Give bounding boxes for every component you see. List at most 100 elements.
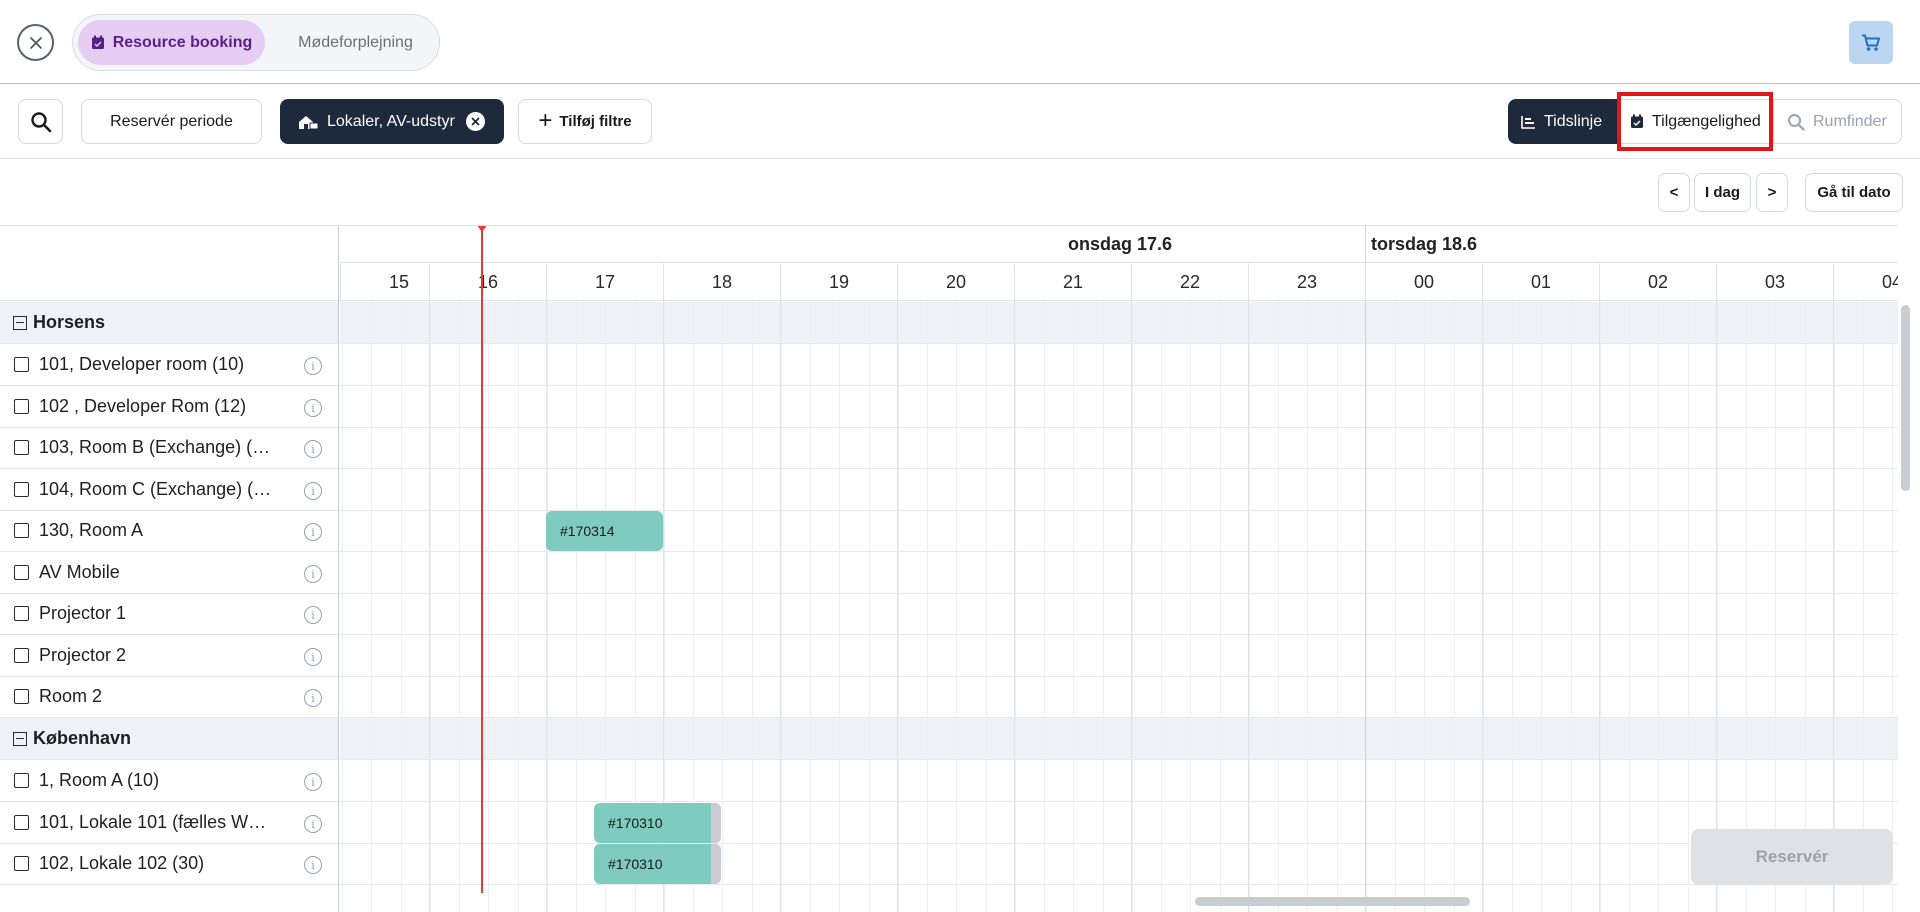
- info-icon[interactable]: i: [304, 565, 322, 583]
- hour-label: 23: [1248, 263, 1365, 301]
- group-row-horsens[interactable]: Horsens: [0, 302, 338, 344]
- grid-row[interactable]: [340, 386, 1898, 428]
- grid-row[interactable]: [340, 469, 1898, 511]
- go-to-date-button[interactable]: Gå til dato: [1805, 173, 1903, 212]
- info-icon[interactable]: i: [304, 773, 322, 791]
- resource-checkbox[interactable]: [14, 773, 29, 788]
- hour-grid-line: [1014, 301, 1015, 912]
- previous-button[interactable]: <: [1658, 173, 1690, 212]
- reserve-period-label: Reservér periode: [110, 112, 233, 130]
- grid-row[interactable]: [340, 593, 1898, 635]
- grid-line: [810, 301, 811, 912]
- grid-line: [1629, 301, 1630, 912]
- resource-row: 130, Room A i: [0, 510, 338, 552]
- remove-filter-icon[interactable]: [466, 112, 485, 131]
- collapse-icon[interactable]: [13, 731, 27, 746]
- tab-modeforplejning[interactable]: Mødeforplejning: [278, 20, 433, 65]
- resource-checkbox[interactable]: [14, 856, 29, 871]
- hour-grid-line: [429, 301, 430, 912]
- hour-label: 04: [1833, 263, 1898, 301]
- grid-line: [1454, 301, 1455, 912]
- next-button[interactable]: >: [1756, 173, 1788, 212]
- grid-line: [956, 301, 957, 912]
- info-icon[interactable]: i: [304, 689, 322, 707]
- hour-header: 15 16 17 18 19 20 21 22 23 00 01 02 03 0…: [340, 263, 1898, 301]
- grid-row[interactable]: [340, 344, 1898, 386]
- filter-chip-resources[interactable]: Lokaler, AV-udstyr: [280, 99, 504, 144]
- resource-row: 103, Room B (Exchange) (… i: [0, 427, 338, 469]
- hour-label: 00: [1365, 263, 1482, 301]
- tab-resource-booking-label: Resource booking: [112, 33, 253, 51]
- booking-block[interactable]: #170310: [594, 803, 721, 843]
- info-icon[interactable]: i: [304, 648, 322, 666]
- grid-row[interactable]: [340, 635, 1898, 677]
- resource-checkbox[interactable]: [14, 399, 29, 414]
- resource-checkbox[interactable]: [14, 648, 29, 663]
- info-icon[interactable]: i: [304, 357, 322, 375]
- reserve-button[interactable]: Reservér: [1691, 829, 1893, 885]
- resource-checkbox[interactable]: [14, 689, 29, 704]
- grid-row[interactable]: [340, 802, 1898, 844]
- grid-line: [1512, 301, 1513, 912]
- collapse-icon[interactable]: [13, 315, 27, 330]
- resource-row: 101, Developer room (10) i: [0, 344, 338, 386]
- grid-line: [752, 301, 753, 912]
- search-button[interactable]: [18, 99, 63, 144]
- booking-block[interactable]: #170314: [546, 511, 663, 551]
- grid-line: [1424, 301, 1425, 912]
- grid-row[interactable]: [340, 552, 1898, 594]
- reserve-period-button[interactable]: Reservér periode: [81, 99, 262, 144]
- info-icon[interactable]: i: [304, 606, 322, 624]
- info-icon[interactable]: i: [304, 482, 322, 500]
- group-row-kobenhavn[interactable]: København: [0, 718, 338, 760]
- resource-checkbox[interactable]: [14, 606, 29, 621]
- today-button[interactable]: I dag: [1694, 173, 1751, 212]
- grid-line: [1249, 301, 1250, 912]
- horizontal-scrollbar[interactable]: [1195, 897, 1470, 906]
- info-icon[interactable]: i: [304, 523, 322, 541]
- hour-label: 20: [897, 263, 1014, 301]
- grid-row[interactable]: [340, 676, 1898, 718]
- resource-checkbox[interactable]: [14, 523, 29, 538]
- resource-checkbox[interactable]: [14, 815, 29, 830]
- view-tab-room-finder[interactable]: Rumfinder: [1773, 99, 1902, 144]
- search-room-icon: [1787, 113, 1805, 131]
- cart-button[interactable]: [1849, 21, 1893, 64]
- hour-grid-line: [1833, 301, 1834, 912]
- resource-label: Projector 1: [39, 603, 127, 623]
- view-tab-timeline[interactable]: Tidslinje: [1508, 99, 1617, 144]
- hour-label: 16: [429, 263, 546, 301]
- view-tab-availability[interactable]: Tilgængelighed: [1617, 99, 1773, 144]
- hour-grid-line: [1482, 301, 1483, 912]
- hour-label: 19: [780, 263, 897, 301]
- grid-line: [1132, 301, 1133, 912]
- add-filter-button[interactable]: + Tilføj filtre: [518, 99, 652, 144]
- resource-checkbox[interactable]: [14, 357, 29, 372]
- resource-row: Room 2 i: [0, 676, 338, 718]
- tab-resource-booking[interactable]: Resource booking: [78, 20, 265, 65]
- grid-group-row: [340, 718, 1898, 760]
- grid-line: [722, 301, 723, 912]
- grid-row[interactable]: [340, 843, 1898, 885]
- info-icon[interactable]: i: [304, 440, 322, 458]
- grid-row[interactable]: [340, 760, 1898, 802]
- grid-line: [781, 301, 782, 912]
- resource-checkbox[interactable]: [14, 440, 29, 455]
- resource-row: 102, Lokale 102 (30) i: [0, 843, 338, 885]
- vertical-scrollbar[interactable]: [1901, 305, 1910, 491]
- booking-block[interactable]: #170310: [594, 844, 721, 884]
- timeline-grid[interactable]: onsdag 17.6 torsdag 18.6 15 16 17 18 19 …: [340, 225, 1898, 912]
- info-icon[interactable]: i: [304, 815, 322, 833]
- resource-checkbox[interactable]: [14, 482, 29, 497]
- info-icon[interactable]: i: [304, 399, 322, 417]
- close-button[interactable]: [17, 24, 54, 61]
- day-divider: [1365, 226, 1366, 912]
- info-icon[interactable]: i: [304, 856, 322, 874]
- grid-line: [342, 301, 343, 912]
- booking-id: #170310: [608, 856, 663, 872]
- grid-row[interactable]: [340, 427, 1898, 469]
- resource-checkbox[interactable]: [14, 565, 29, 580]
- reserve-button-label: Reservér: [1755, 847, 1829, 866]
- day-header: onsdag 17.6 torsdag 18.6: [340, 226, 1898, 263]
- day-label: torsdag 18.6: [1371, 234, 1478, 254]
